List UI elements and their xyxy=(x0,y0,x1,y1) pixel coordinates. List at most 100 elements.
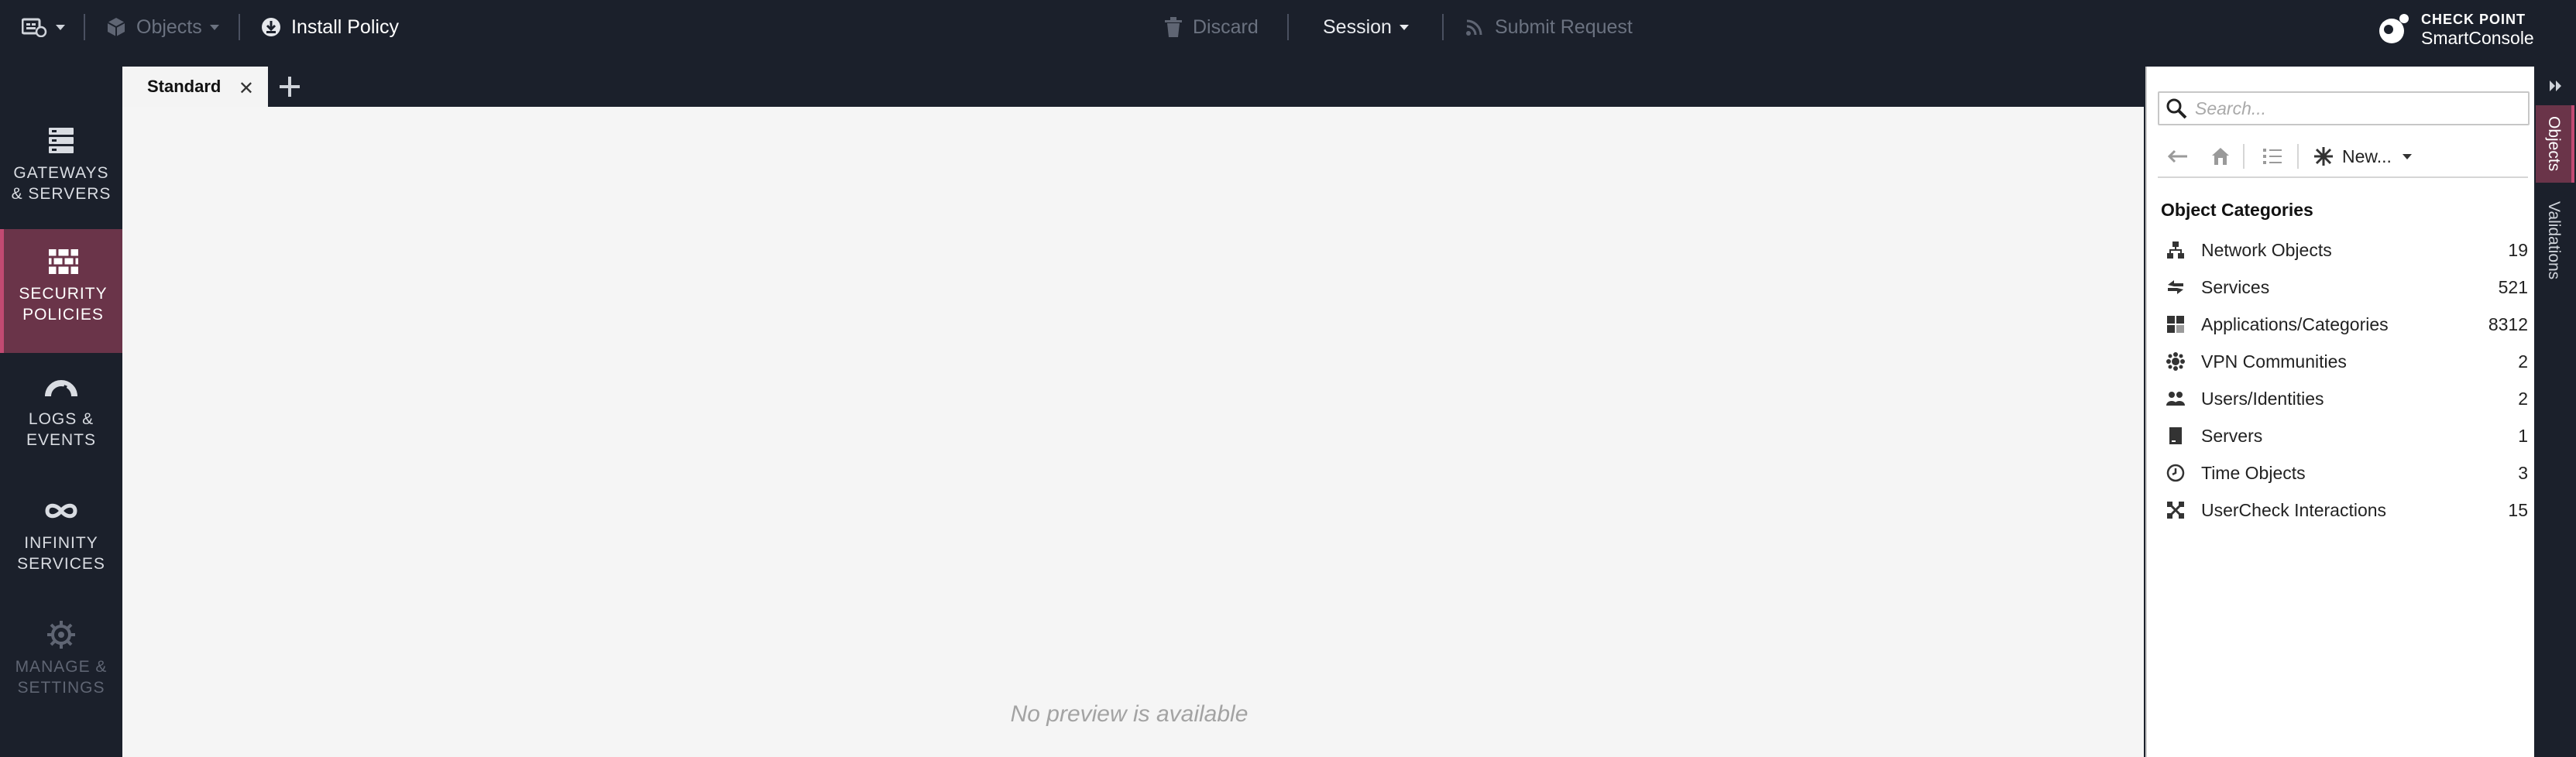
divider xyxy=(1442,14,1444,40)
double-chevron-right-icon xyxy=(2550,80,2561,91)
category-name: Servers xyxy=(2201,425,2263,446)
close-tab-icon[interactable]: ✕ xyxy=(239,77,254,100)
objects-menu[interactable]: Objects xyxy=(105,0,219,54)
nav-infinity-services-label: INFINITY SERVICES xyxy=(17,534,105,573)
home-icon xyxy=(2212,148,2229,165)
logo-bottom-text: SmartConsole xyxy=(2421,28,2534,48)
divider xyxy=(2297,144,2299,169)
search-icon xyxy=(2166,98,2187,119)
install-icon xyxy=(262,18,280,36)
category-usercheck-interactions[interactable]: UserCheck Interactions 15 xyxy=(2158,492,2530,529)
objects-panel: New... Object Categories Network Objects… xyxy=(2145,67,2534,757)
nav-security-policies[interactable]: SECURITY POLICIES xyxy=(0,229,122,353)
category-applications[interactable]: Applications/Categories 8312 xyxy=(2158,306,2530,343)
category-users-identities[interactable]: Users/Identities 2 xyxy=(2158,380,2530,417)
category-name: Time Objects xyxy=(2201,462,2306,483)
submit-request-button[interactable]: Submit Request xyxy=(1464,0,1633,54)
tab-objects-label: Objects xyxy=(2545,116,2563,172)
tab-validations[interactable]: Validations xyxy=(2536,183,2571,299)
sparkle-icon xyxy=(2314,147,2333,166)
search-input[interactable] xyxy=(2195,98,2520,119)
session-menu[interactable]: Session xyxy=(1323,0,1409,54)
nav-gateways-servers[interactable]: GATEWAYS & SERVERS xyxy=(0,108,122,232)
divider xyxy=(2243,144,2245,169)
checkpoint-logo-icon xyxy=(2379,14,2409,43)
main-canvas: No preview is available xyxy=(122,107,2144,757)
rss-icon xyxy=(1466,19,1482,36)
firewall-icon xyxy=(48,249,78,274)
app-menu-button[interactable] xyxy=(22,0,65,54)
side-tabs: Objects Validations xyxy=(2536,67,2576,757)
install-policy-label: Install Policy xyxy=(291,15,399,38)
category-vpn-communities[interactable]: VPN Communities 2 xyxy=(2158,343,2530,380)
tab-standard[interactable]: Standard ✕ xyxy=(122,67,268,107)
list-view-button[interactable] xyxy=(2262,141,2283,172)
category-name: Services xyxy=(2201,276,2270,297)
submit-request-label: Submit Request xyxy=(1495,15,1633,38)
home-button[interactable] xyxy=(2210,141,2231,172)
back-button[interactable] xyxy=(2167,141,2189,172)
category-name: VPN Communities xyxy=(2201,351,2347,372)
logo-top-text: CHECK POINT xyxy=(2421,12,2526,27)
arrow-left-icon xyxy=(2167,149,2187,163)
infinity-icon xyxy=(45,503,77,519)
category-count: 8312 xyxy=(2488,313,2528,334)
category-count: 1 xyxy=(2518,425,2528,446)
add-tab-button[interactable] xyxy=(276,67,304,107)
nav-logs-events-label: LOGS & EVENTS xyxy=(26,410,97,449)
divider xyxy=(239,14,240,40)
services-icon xyxy=(2168,280,2183,294)
tab-standard-label: Standard xyxy=(147,77,222,96)
category-count: 15 xyxy=(2508,499,2528,520)
category-services[interactable]: Services 521 xyxy=(2158,269,2530,306)
vpn-icon xyxy=(2166,352,2185,371)
cube-icon xyxy=(107,18,125,36)
left-navigation: GATEWAYS & SERVERS SECURITY POLICIES LOG… xyxy=(0,54,122,757)
object-categories-list: Network Objects 19 Services 521 Applicat… xyxy=(2158,231,2530,529)
empty-state-text: No preview is available xyxy=(1010,701,1249,727)
session-label: Session xyxy=(1323,15,1392,38)
objects-label: Objects xyxy=(136,15,202,38)
new-object-button[interactable]: New... xyxy=(2313,141,2412,172)
plus-icon xyxy=(280,77,300,97)
discard-button[interactable]: Discard xyxy=(1163,0,1259,54)
top-bar: Objects Install Policy Discard Session S… xyxy=(0,0,2576,54)
server-icon xyxy=(2169,427,2182,444)
install-policy-button[interactable]: Install Policy xyxy=(260,0,399,54)
category-servers[interactable]: Servers 1 xyxy=(2158,417,2530,454)
category-time-objects[interactable]: Time Objects 3 xyxy=(2158,454,2530,492)
list-icon xyxy=(2263,149,2282,164)
new-label: New... xyxy=(2342,146,2392,166)
users-icon xyxy=(2166,392,2185,406)
object-categories-title: Object Categories xyxy=(2161,200,2313,220)
category-count: 3 xyxy=(2518,462,2528,483)
collapse-panel-button[interactable] xyxy=(2536,67,2576,105)
category-network-objects[interactable]: Network Objects 19 xyxy=(2158,231,2530,269)
category-count: 2 xyxy=(2518,388,2528,409)
tab-objects[interactable]: Objects xyxy=(2536,105,2574,183)
tab-validations-label: Validations xyxy=(2545,201,2563,280)
gauge-icon xyxy=(45,380,77,397)
nav-gateways-servers-label: GATEWAYS & SERVERS xyxy=(11,164,112,203)
gear-icon xyxy=(47,621,75,649)
search-box xyxy=(2158,91,2530,125)
category-count: 521 xyxy=(2498,276,2528,297)
category-name: UserCheck Interactions xyxy=(2201,499,2387,520)
menu-icon xyxy=(22,18,47,37)
category-count: 2 xyxy=(2518,351,2528,372)
nav-security-policies-label: SECURITY POLICIES xyxy=(19,285,108,324)
gateways-icon xyxy=(49,128,74,153)
usercheck-icon xyxy=(2167,502,2184,519)
applications-icon xyxy=(2167,316,2184,333)
discard-label: Discard xyxy=(1193,15,1259,38)
nav-logs-events[interactable]: LOGS & EVENTS xyxy=(0,355,122,478)
nav-manage-settings[interactable]: MANAGE & SETTINGS xyxy=(0,602,122,726)
category-name: Applications/Categories xyxy=(2201,313,2389,334)
clock-icon xyxy=(2166,464,2185,482)
category-name: Network Objects xyxy=(2201,239,2332,260)
category-count: 19 xyxy=(2508,239,2528,260)
divider xyxy=(84,14,85,40)
nav-manage-settings-label: MANAGE & SETTINGS xyxy=(15,658,108,697)
nav-infinity-services[interactable]: INFINITY SERVICES xyxy=(0,478,122,602)
trash-icon xyxy=(1165,17,1182,37)
